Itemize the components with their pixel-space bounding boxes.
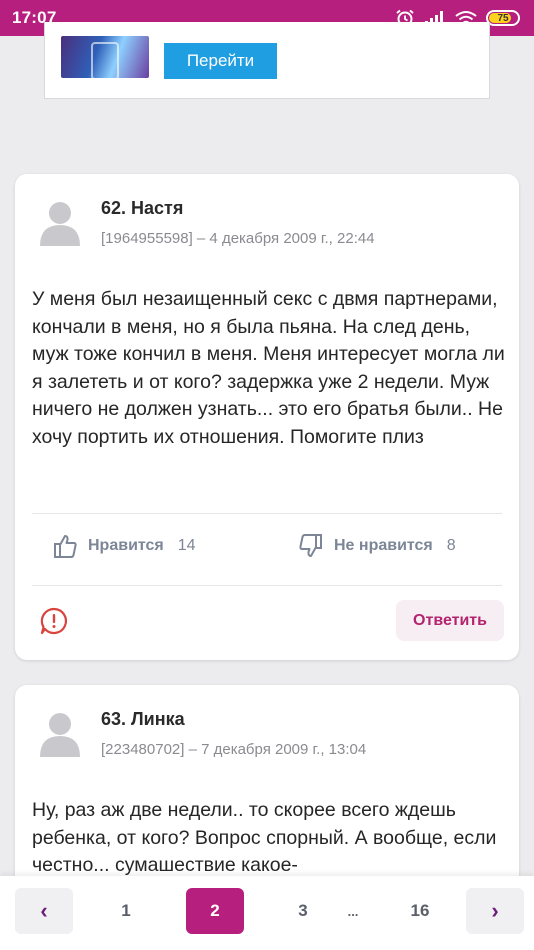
page-button-2[interactable]: 2 <box>186 888 244 934</box>
avatar <box>40 713 80 757</box>
report-icon[interactable] <box>39 606 69 636</box>
thumbs-up-icon <box>54 535 77 558</box>
reply-button[interactable]: Ответить <box>396 600 504 641</box>
divider <box>32 513 502 514</box>
comment-meta: [223480702] – 7 декабря 2009 г., 13:04 <box>101 741 367 758</box>
ad-go-button[interactable]: Перейти <box>164 43 277 79</box>
page-button-16[interactable]: 16 <box>391 888 449 934</box>
battery-icon: 75 <box>486 10 520 26</box>
comment-text: У меня был незаищенный секс с двмя партн… <box>32 288 505 448</box>
comment-author[interactable]: 63. Линка <box>101 709 185 730</box>
avatar <box>40 202 80 246</box>
like-count: 14 <box>177 537 196 554</box>
comment-author[interactable]: 62. Настя <box>101 198 183 219</box>
page-button-1[interactable]: 1 <box>97 888 155 934</box>
pagination: ‹ 1 2 3 ... 16 › <box>0 876 534 950</box>
page-ellipsis: ... <box>347 903 359 919</box>
comment-meta: [1964955598] – 4 декабря 2009 г., 22:44 <box>101 230 375 247</box>
comment-card: 62. Настя [1964955598] – 4 декабря 2009 … <box>15 174 519 660</box>
dislike-label: Не нравится <box>334 537 433 554</box>
ad-banner: Перейти <box>44 22 490 99</box>
thumbs-down-icon <box>299 534 322 557</box>
next-page-button[interactable]: › <box>466 888 524 934</box>
like-button[interactable]: Нравится 14 <box>52 533 196 559</box>
divider <box>32 585 502 586</box>
comment-text: Ну, раз аж две недели.. то скорее всего … <box>32 799 497 876</box>
page-button-3[interactable]: 3 <box>274 888 332 934</box>
dislike-count: 8 <box>446 537 456 554</box>
like-label: Нравится <box>88 537 164 554</box>
ad-image[interactable] <box>61 36 149 78</box>
dislike-button[interactable]: Не нравится 8 <box>298 533 456 559</box>
battery-level: 75 <box>497 12 509 24</box>
prev-page-button[interactable]: ‹ <box>15 888 73 934</box>
